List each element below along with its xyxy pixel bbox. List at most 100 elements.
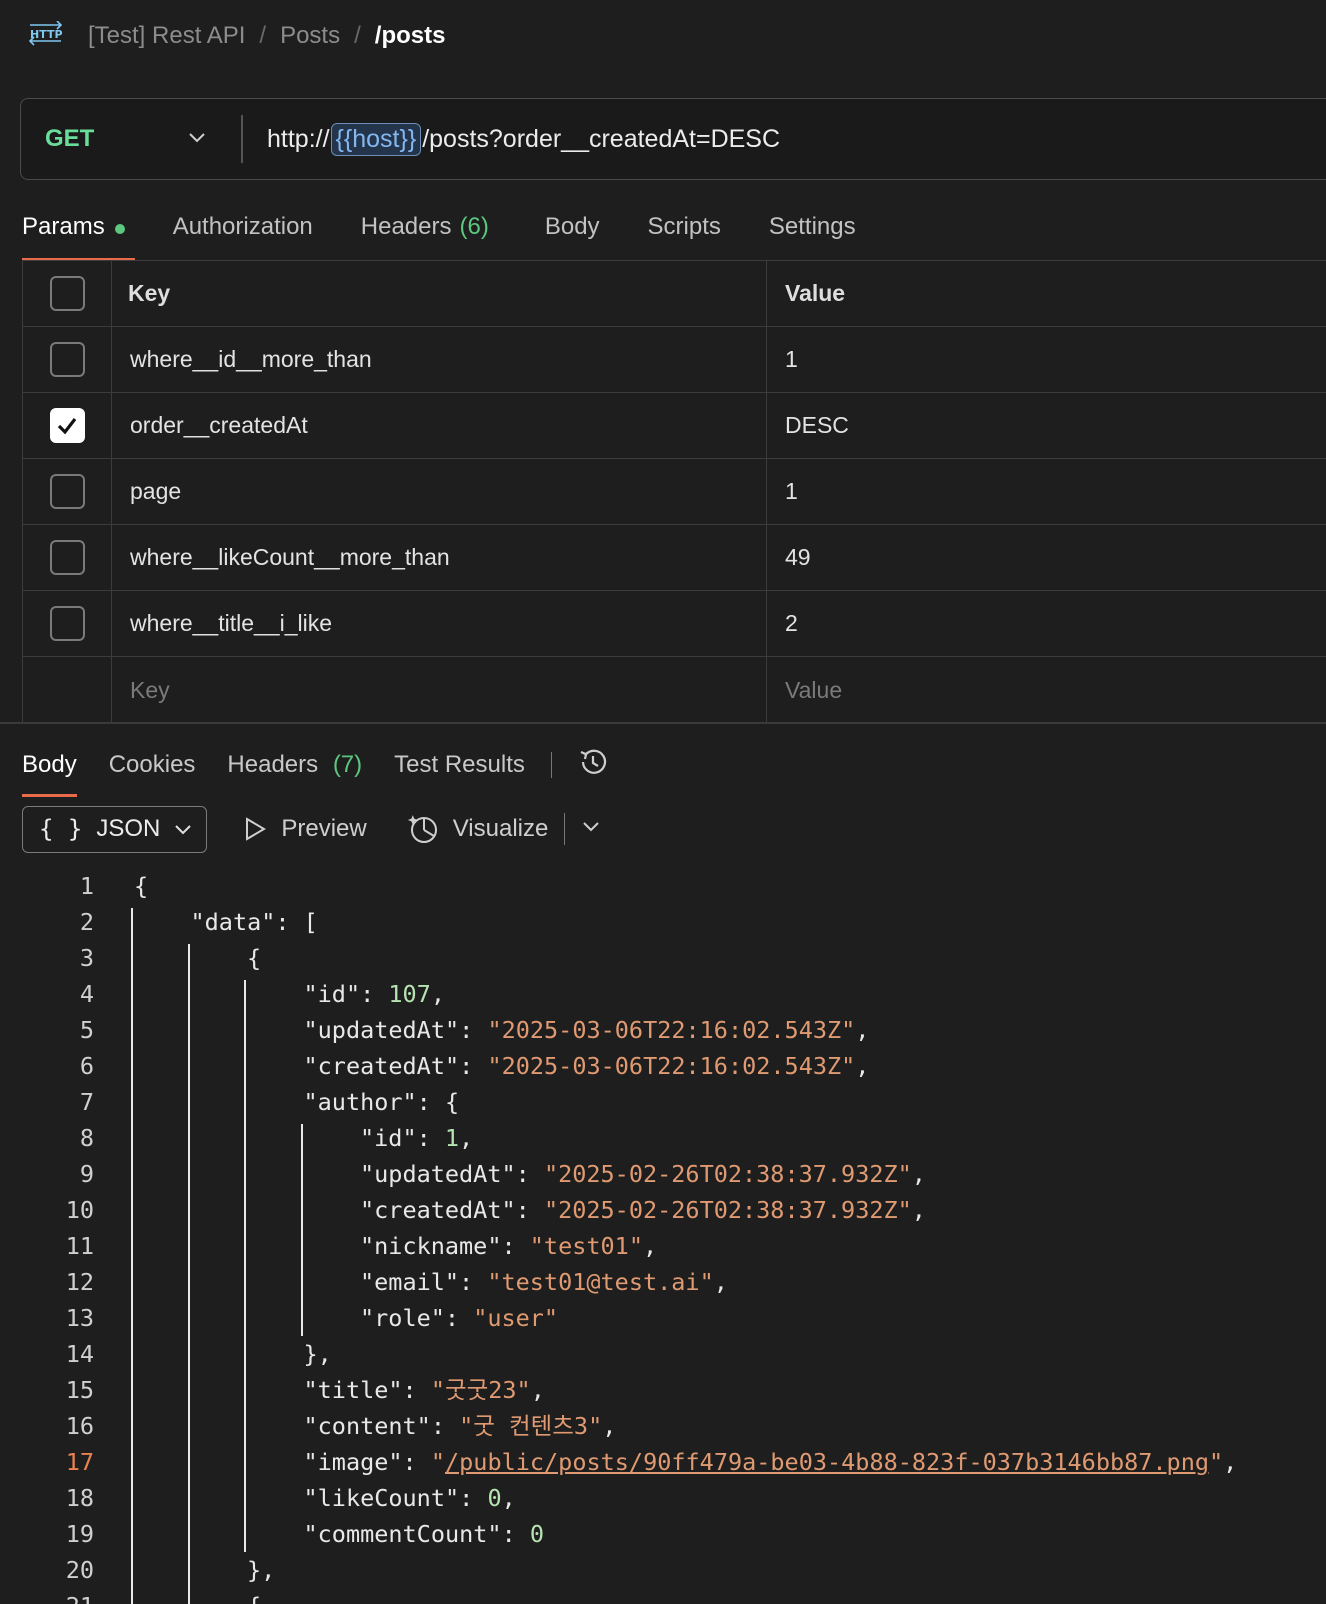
preview-button[interactable]: Preview <box>243 815 367 843</box>
param-checkbox[interactable] <box>49 408 85 443</box>
line-number: 19 <box>65 1520 94 1548</box>
code-text: "image": "/public/posts/90ff479a-be03-4b… <box>303 1448 1238 1476</box>
url-variable-chip[interactable]: {{host}} <box>330 122 422 156</box>
code-text: "createdAt": "2025-02-26T02:38:37.932Z", <box>360 1196 926 1224</box>
response-tabs: Body Cookies Headers (7) Test Results <box>22 740 610 797</box>
url-input[interactable]: http:// {{host}} /posts?order__createdAt… <box>243 122 780 156</box>
line-number: 10 <box>65 1196 94 1224</box>
history-icon[interactable] <box>576 745 610 786</box>
tab-authorization[interactable]: Authorization <box>173 205 313 261</box>
code-line: 14}, <box>0 1336 1326 1372</box>
code-line: 16 "content": "굿 컨텐츠3", <box>0 1408 1326 1444</box>
param-new-row: Key Value <box>22 657 1326 723</box>
param-key[interactable]: order__createdAt <box>112 393 767 458</box>
code-line: 18 "likeCount": 0, <box>0 1480 1326 1516</box>
param-key[interactable]: where__title__i_like <box>112 591 767 656</box>
tab-headers[interactable]: Headers (6) <box>361 205 489 261</box>
response-tab-headers[interactable]: Headers (7) <box>227 751 362 779</box>
line-number: 16 <box>65 1412 94 1440</box>
code-line: 11 "nickname": "test01", <box>0 1228 1326 1264</box>
param-value[interactable]: 2 <box>767 591 1326 656</box>
param-value[interactable]: DESC <box>767 393 1326 458</box>
param-checkbox[interactable] <box>49 606 85 641</box>
key-column-header: Key <box>112 261 767 326</box>
code-line: 10 "createdAt": "2025-02-26T02:38:37.932Z… <box>0 1192 1326 1228</box>
tab-headers-label: Headers <box>360 213 452 240</box>
line-number: 21 <box>0 1588 94 1604</box>
image-url-link[interactable]: /public/posts/90ff479a-be03-4b88-823f-03… <box>445 1448 1209 1476</box>
code-text: "commentCount": 0 <box>303 1520 545 1548</box>
code-text: { <box>134 872 149 900</box>
line-number: 6 <box>79 1052 94 1080</box>
format-select[interactable]: { } JSON <box>22 805 208 853</box>
code-line: 3{ <box>0 940 1326 976</box>
new-param-key-input[interactable]: Key <box>112 657 767 723</box>
url-prefix: http:// <box>267 124 330 153</box>
params-table: Key Value where__id__more_than 1 order__… <box>22 260 1326 723</box>
line-number: 18 <box>65 1484 94 1512</box>
breadcrumb-current-request[interactable]: /posts <box>375 22 446 50</box>
code-line: 7 "author": { <box>0 1084 1326 1120</box>
code-line: 1{ <box>0 868 1326 904</box>
request-tabs: Params Authorization Headers (6) Body Sc… <box>22 205 904 261</box>
response-tab-body[interactable]: Body <box>22 751 77 797</box>
braces-icon: { } <box>39 815 83 843</box>
code-text: "email": "test01@test.ai", <box>360 1268 728 1296</box>
tab-scripts[interactable]: Scripts <box>648 205 721 261</box>
preview-label: Preview <box>281 815 367 842</box>
param-value[interactable]: 49 <box>767 525 1326 590</box>
breadcrumb-collection[interactable]: [Test] Rest API <box>88 22 245 50</box>
indent-guide <box>187 944 190 1604</box>
new-param-value-input[interactable]: Value <box>767 657 1326 723</box>
param-checkbox[interactable] <box>49 474 85 509</box>
response-body-viewer[interactable]: 1{2 "data": [3{4 "id": 107, 5 "updatedAt": "… <box>0 868 1326 1604</box>
response-tab-headers-label: Headers <box>227 751 319 778</box>
code-text: }, <box>303 1340 332 1368</box>
param-key[interactable]: page <box>112 459 767 524</box>
param-checkbox[interactable] <box>49 540 85 575</box>
toolbar-separator <box>564 813 566 845</box>
line-number: 14 <box>65 1340 94 1368</box>
code-text: "role": "user" <box>360 1304 559 1332</box>
param-key[interactable]: where__likeCount__more_than <box>112 525 767 590</box>
response-toolbar: { } JSON Preview Visualize <box>22 805 601 853</box>
indent-guide <box>300 1124 303 1336</box>
checkmark-icon <box>57 417 77 434</box>
response-tab-test-results[interactable]: Test Results <box>394 751 525 779</box>
tab-scripts-label: Scripts <box>647 213 721 240</box>
breadcrumb-separator: / <box>259 22 267 49</box>
tab-settings[interactable]: Settings <box>769 205 856 261</box>
tab-separator <box>550 752 552 778</box>
chevron-down-icon[interactable] <box>581 815 601 843</box>
param-checkbox[interactable] <box>49 342 85 377</box>
method-label: GET <box>45 125 95 152</box>
select-all-cell <box>23 261 112 326</box>
breadcrumb: HTTP [Test] Rest API / Posts / /posts <box>28 18 445 54</box>
breadcrumb-folder[interactable]: Posts <box>280 22 340 50</box>
param-value[interactable]: 1 <box>767 327 1326 392</box>
tab-body[interactable]: Body <box>545 205 600 261</box>
response-tab-cookies[interactable]: Cookies <box>109 751 196 779</box>
visualize-label: Visualize <box>452 815 549 842</box>
tab-settings-label: Settings <box>768 213 856 240</box>
line-number: 15 <box>65 1376 94 1404</box>
param-row: where__likeCount__more_than 49 <box>22 525 1326 591</box>
tab-headers-count: (6) <box>459 213 489 240</box>
param-key[interactable]: where__id__more_than <box>112 327 767 392</box>
code-line: 5 "updatedAt": "2025-03-06T22:16:02.543Z"… <box>0 1012 1326 1048</box>
visualize-button[interactable]: Visualize <box>407 813 549 845</box>
code-text: }, <box>247 1556 276 1584</box>
visualize-icon <box>407 815 437 843</box>
value-column-header: Value <box>785 280 846 306</box>
code-text: { <box>247 944 262 972</box>
select-all-checkbox[interactable] <box>49 276 85 311</box>
tab-params[interactable]: Params <box>22 205 135 261</box>
method-select[interactable]: GET <box>21 99 241 179</box>
request-url-bar: GET http:// {{host}} /posts?order__creat… <box>20 98 1326 180</box>
chevron-down-icon <box>187 127 207 152</box>
response-pane-divider[interactable] <box>0 722 1326 724</box>
code-line: 9 "updatedAt": "2025-02-26T02:38:37.932Z"… <box>0 1156 1326 1192</box>
code-line: 13 "role": "user" <box>0 1300 1326 1336</box>
code-text: { <box>247 1588 261 1604</box>
param-value[interactable]: 1 <box>767 459 1326 524</box>
